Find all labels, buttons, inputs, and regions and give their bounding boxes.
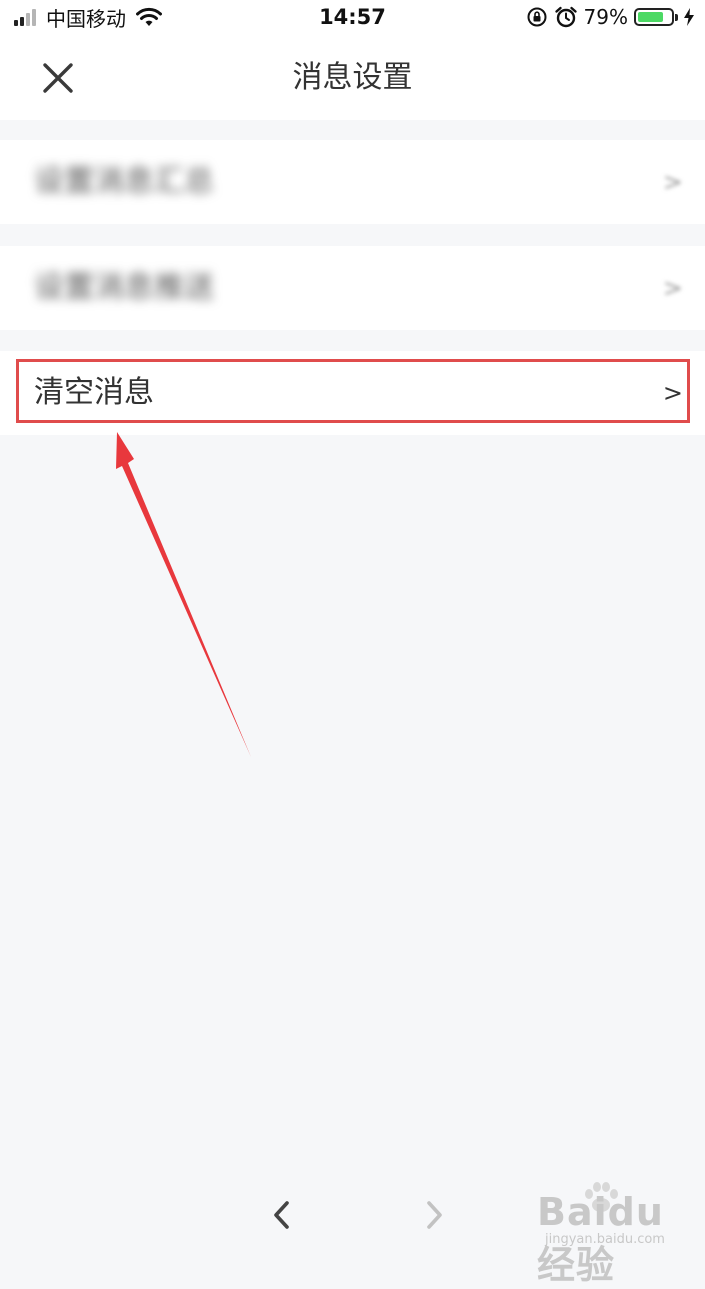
chevron-right-icon: > — [662, 274, 683, 302]
status-right: 79% — [526, 4, 695, 30]
baidu-jingyan-watermark: Baidu经验 jingyan.baidu.com — [537, 1182, 697, 1287]
page-title: 消息设置 — [292, 60, 413, 95]
forward-button[interactable] — [414, 1195, 454, 1235]
alarm-icon — [554, 6, 577, 28]
settings-item-label: 清空消息 — [34, 375, 154, 410]
chevron-right-icon — [427, 1201, 442, 1229]
rotation-lock-icon — [527, 7, 547, 27]
settings-item-label: 设置消息推送 — [34, 270, 214, 305]
status-bar: 中国移动 14:57 79% — [0, 0, 705, 36]
watermark-subtext: jingyan.baidu.com — [545, 1232, 665, 1247]
battery-percentage: 79% — [583, 5, 628, 29]
settings-item-message-summary[interactable]: 设置消息汇总 > — [0, 140, 705, 224]
nav-bar: 消息设置 — [0, 36, 705, 120]
battery-fill — [638, 12, 663, 22]
back-button[interactable] — [262, 1195, 302, 1235]
chevron-right-icon: > — [662, 168, 683, 196]
settings-item-message-push[interactable]: 设置消息推送 > — [0, 246, 705, 330]
settings-item-label: 设置消息汇总 — [34, 164, 214, 199]
settings-item-clear-messages[interactable]: 清空消息 > — [0, 351, 705, 435]
charging-icon — [684, 8, 694, 26]
chevron-left-icon — [274, 1201, 289, 1229]
battery-icon — [634, 8, 674, 26]
chevron-right-icon: > — [662, 379, 683, 407]
battery-tip — [675, 13, 678, 21]
